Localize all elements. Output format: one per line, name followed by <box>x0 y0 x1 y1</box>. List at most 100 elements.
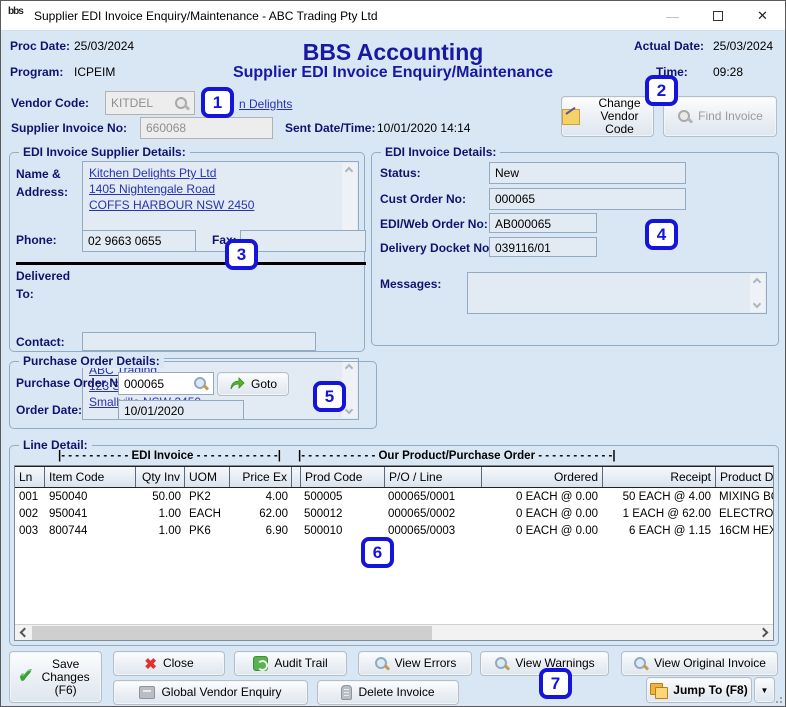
column-header[interactable]: Qty Inv <box>136 467 185 487</box>
audit-trail-icon <box>253 656 269 671</box>
close-icon[interactable]: ✕ <box>740 1 785 31</box>
close-x-icon: ✖ <box>144 655 157 673</box>
edi-invoice-band: |- - - - - - - - - - EDI Invoice - - - -… <box>58 450 281 462</box>
scroll-up-icon[interactable] <box>752 277 762 287</box>
column-header[interactable]: Item Code <box>45 467 136 487</box>
resize-grip[interactable] <box>772 693 782 703</box>
messages-box[interactable] <box>467 272 767 314</box>
goto-arrow-icon <box>230 377 245 390</box>
jump-to-button[interactable]: Jump To (F8) <box>646 677 752 703</box>
scroll-up-icon[interactable] <box>344 166 354 176</box>
title-bar: bbs Supplier EDI Invoice Enquiry/Mainten… <box>1 1 785 31</box>
scroll-right-icon[interactable] <box>758 627 769 638</box>
table-hscrollbar[interactable] <box>15 624 773 640</box>
column-header[interactable]: Receipt <box>603 467 716 487</box>
annotation-2: 2 <box>645 75 678 106</box>
actual-date-value: 25/03/2024 <box>713 39 774 53</box>
sent-datetime-label: Sent Date/Time: <box>285 121 376 135</box>
line-detail-group: Line Detail: |- - - - - - - - - - EDI In… <box>9 438 779 646</box>
table-row[interactable]: 003 800744 1.00 PK6 6.90 500010 000065/0… <box>15 522 773 539</box>
delete-invoice-button[interactable]: Delete Invoice <box>317 680 459 705</box>
supplier-details-legend: EDI Invoice Supplier Details: <box>19 145 190 159</box>
view-errors-button[interactable]: View Errors <box>358 651 472 676</box>
status-label: Status: <box>380 166 421 180</box>
find-invoice-search-icon <box>677 109 692 124</box>
vendor-code-field[interactable]: KITDEL <box>105 91 195 115</box>
table-row[interactable]: 001 950040 50.00 PK2 4.00 500005 000065/… <box>15 488 773 505</box>
vendor-search-icon[interactable] <box>174 96 189 111</box>
table-row[interactable]: 002 950041 1.00 EACH 62.00 500012 000065… <box>15 505 773 522</box>
column-header[interactable]: UOM <box>185 467 230 487</box>
audit-trail-button[interactable]: Audit Trail <box>234 651 347 676</box>
find-invoice-button[interactable]: Find Invoice <box>663 96 777 137</box>
purchase-order-no-field[interactable]: 000065 <box>118 372 214 395</box>
shredder-icon <box>341 685 353 700</box>
chevron-down-icon: ▼ <box>760 685 769 695</box>
column-header[interactable]: Prod Code <box>301 467 385 487</box>
view-errors-search-icon <box>374 656 389 671</box>
column-header[interactable]: Ordered <box>482 467 603 487</box>
supplier-invoice-label: Supplier Invoice No: <box>11 121 128 135</box>
annotation-3: 3 <box>225 239 258 270</box>
phone-field[interactable]: 02 9663 0655 <box>82 230 196 252</box>
column-header[interactable]: Product De <box>716 467 773 487</box>
invoice-details-legend: EDI Invoice Details: <box>381 145 501 159</box>
change-vendor-code-button[interactable]: Change Vendor Code <box>561 96 654 137</box>
order-date-field[interactable]: 10/01/2020 <box>118 400 244 420</box>
contact-label: Contact: <box>16 335 65 349</box>
minimize-icon[interactable]: — <box>650 1 695 31</box>
close-button[interactable]: ✖ Close <box>113 651 225 676</box>
goto-button[interactable]: Goto <box>217 372 289 396</box>
app-window: bbs Supplier EDI Invoice Enquiry/Mainten… <box>0 0 786 707</box>
hscroll-thumb[interactable] <box>32 626 432 640</box>
name-address-label2: Address: <box>16 185 69 199</box>
annotation-7: 7 <box>539 668 572 699</box>
scroll-down-icon[interactable] <box>752 299 762 309</box>
folders-icon <box>650 683 669 699</box>
delivery-docket-field[interactable]: 039116/01 <box>489 237 597 257</box>
supplier-details-group: EDI Invoice Supplier Details: Name & Add… <box>9 145 366 420</box>
section-divider <box>16 262 366 265</box>
window-title: Supplier EDI Invoice Enquiry/Maintenance… <box>34 8 378 23</box>
card-file-icon <box>139 686 156 699</box>
time-value: 09:28 <box>713 65 744 79</box>
status-field[interactable]: New <box>489 162 686 184</box>
address-line-link[interactable]: Kitchen Delights Pty Ltd <box>89 165 352 181</box>
address-line-link[interactable]: 1405 Nightengale Road <box>89 181 352 197</box>
save-changes-button[interactable]: ✔ Save Changes (F6) <box>9 651 102 703</box>
column-header[interactable]: Price Ex <box>230 467 292 487</box>
annotation-4: 4 <box>645 219 678 250</box>
po-search-icon[interactable] <box>193 376 208 391</box>
maximize-icon[interactable] <box>695 1 740 31</box>
contact-field[interactable] <box>82 332 316 351</box>
app-logo-icon: bbs <box>8 5 24 17</box>
our-product-band: |- - - - - - - - - - - Our Product/Purch… <box>298 450 616 462</box>
fax-field[interactable] <box>240 230 366 252</box>
table-header-row: Ln Item Code Qty Inv UOM Price Ex Prod C… <box>15 466 773 488</box>
line-detail-table: Ln Item Code Qty Inv UOM Price Ex Prod C… <box>14 465 774 641</box>
vendor-code-label: Vendor Code: <box>11 96 90 110</box>
global-vendor-enquiry-button[interactable]: Global Vendor Enquiry <box>113 680 308 705</box>
column-header[interactable]: P/O / Line <box>385 467 482 487</box>
delivery-docket-label: Delivery Docket No: <box>380 241 494 255</box>
view-original-search-icon <box>633 656 648 671</box>
supplier-invoice-field[interactable]: 660068 <box>140 117 273 139</box>
annotation-5: 5 <box>313 381 346 412</box>
cust-order-field[interactable]: 000065 <box>489 188 686 210</box>
column-header[interactable]: Ln <box>15 467 45 487</box>
view-original-invoice-button[interactable]: View Original Invoice <box>621 651 778 676</box>
scroll-left-icon[interactable] <box>19 627 30 638</box>
edi-web-order-field[interactable]: AB000065 <box>489 213 597 233</box>
annotation-6: 6 <box>361 537 394 568</box>
vendor-name-link[interactable]: n Delights <box>239 96 292 112</box>
section-gap <box>292 467 301 487</box>
actual-date-label: Actual Date: <box>634 39 705 53</box>
delivered-to-label: Delivered <box>16 269 71 283</box>
save-check-icon: ✔ <box>18 667 33 686</box>
invoice-details-group: EDI Invoice Details: Status: New Cust Or… <box>371 145 779 346</box>
messages-scrollbar[interactable] <box>750 274 765 312</box>
address-line-link[interactable]: COFFS HARBOUR NSW 2450 <box>89 197 352 213</box>
purchase-order-no-label: Purchase Order No: <box>16 376 130 390</box>
sent-datetime-value: 10/01/2020 14:14 <box>377 121 471 135</box>
edit-note-icon <box>562 108 580 125</box>
